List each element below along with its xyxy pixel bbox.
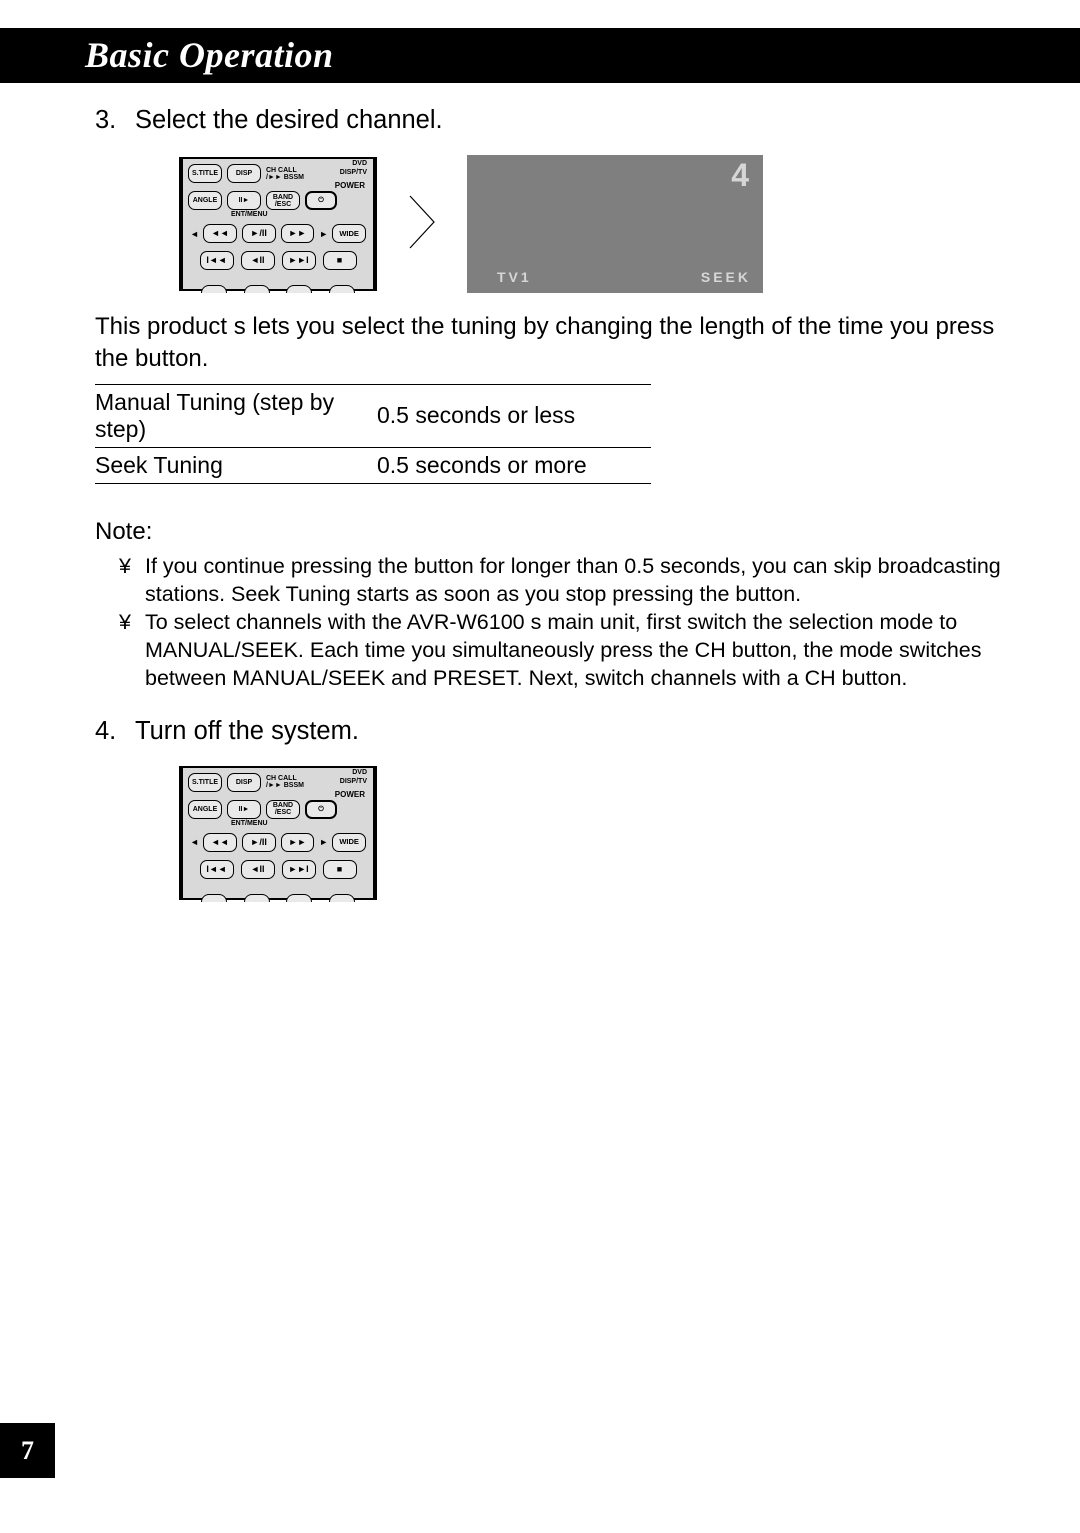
remote-power-button: ⏻ — [305, 800, 337, 819]
remote-playpause-button: ►/II — [242, 224, 276, 243]
remote-stop-button: ■ — [323, 251, 357, 270]
remote-angle-button: ANGLE — [188, 191, 222, 210]
remote-fwd-button: ►► — [281, 224, 315, 243]
note-item-2: ¥ To select channels with the AVR-W6100 … — [119, 609, 1005, 693]
note-text-1: If you continue pressing the button for … — [145, 553, 1005, 609]
tv-display: 4 TV1 SEEK — [467, 155, 763, 293]
remote-wide-button: WIDE — [332, 833, 366, 852]
remote-disptv-label: DISP/TV — [340, 169, 367, 176]
remote-rev-button: ◄◄ — [203, 833, 237, 852]
remote-stitle-button: S.TITLE — [188, 164, 222, 183]
remote-prev-button: I◄◄ — [200, 251, 234, 270]
remote-disptv-label: DISP/TV — [340, 778, 367, 785]
note-bullet: ¥ — [119, 553, 133, 609]
remote-entmenu-label: ENT/MENU — [231, 820, 268, 827]
step-4-number: 4. — [95, 717, 123, 746]
page-title: Basic Operation — [0, 28, 1080, 83]
tuning-manual-value: 0.5 seconds or less — [373, 384, 651, 447]
right-arrow-icon: ► — [319, 229, 327, 239]
remote-stitle-button: S.TITLE — [188, 773, 222, 792]
remote-pause-button: ◄II — [241, 860, 275, 879]
remote-arc-icon — [329, 285, 355, 293]
tuning-table: Manual Tuning (step by step) 0.5 seconds… — [95, 384, 651, 484]
remote-power-label: POWER — [335, 790, 365, 799]
then-arrow-icon — [407, 194, 437, 255]
remote-arc-icon — [244, 285, 270, 293]
remote-playpause-button: ►/II — [242, 833, 276, 852]
remote-disp-button: DISP — [227, 164, 261, 183]
remote-chcall-label: CH CALL — [266, 167, 297, 174]
remote-illustration-1: DVD DISP/TV S.TITLE DISP CH CALL /►► BSS… — [179, 157, 377, 291]
remote-dvd-label: DVD — [352, 769, 367, 776]
tuning-seek-value: 0.5 seconds or more — [373, 447, 651, 483]
step-3: 3. Select the desired channel. — [95, 106, 1005, 135]
step-4: 4. Turn off the system. — [95, 717, 1005, 746]
remote-pause-button: ◄II — [241, 251, 275, 270]
step-4-title: Turn off the system. — [135, 717, 1005, 746]
remote-bssm-label: /►► BSSM — [266, 782, 304, 789]
remote-arc-icon — [244, 894, 270, 902]
tv-channel-number: 4 — [731, 157, 749, 194]
remote-next-button: ►►I — [282, 860, 316, 879]
remote-next-button: ►►I — [282, 251, 316, 270]
remote-prev-button: I◄◄ — [200, 860, 234, 879]
remote-arc-icon — [286, 894, 312, 902]
remote-power-label: POWER — [335, 181, 365, 190]
remote-arc-icon — [329, 894, 355, 902]
remote-chcall-label: CH CALL — [266, 775, 297, 782]
note-text-2: To select channels with the AVR-W6100 s … — [145, 609, 1005, 693]
remote-bssm-label: /►► BSSM — [266, 174, 304, 181]
remote-band-esc-button: BAND/ESC — [266, 800, 300, 819]
remote-dvd-label: DVD — [352, 160, 367, 167]
note-bullet: ¥ — [119, 609, 133, 693]
left-arrow-icon: ◄ — [190, 229, 198, 239]
note-title: Note: — [95, 516, 1005, 547]
tv-left-label: TV1 — [497, 269, 532, 285]
remote-power-button: ⏻ — [305, 191, 337, 210]
remote-angle-button: ANGLE — [188, 800, 222, 819]
remote-disp-button: DISP — [227, 773, 261, 792]
tuning-manual-label: Manual Tuning (step by step) — [95, 384, 373, 447]
remote-arc-icon — [201, 285, 227, 293]
remote-slowplay-button: II► — [227, 191, 261, 210]
remote-band-esc-button: BAND/ESC — [266, 191, 300, 210]
remote-wide-button: WIDE — [332, 224, 366, 243]
left-arrow-icon: ◄ — [190, 837, 198, 847]
remote-entmenu-label: ENT/MENU — [231, 211, 268, 218]
right-arrow-icon: ► — [319, 837, 327, 847]
remote-slowplay-button: II► — [227, 800, 261, 819]
remote-stop-button: ■ — [323, 860, 357, 879]
remote-fwd-button: ►► — [281, 833, 315, 852]
note-item-1: ¥ If you continue pressing the button fo… — [119, 553, 1005, 609]
remote-arc-icon — [201, 894, 227, 902]
step-3-number: 3. — [95, 106, 123, 135]
note-section: Note: ¥ If you continue pressing the but… — [95, 516, 1005, 693]
tuning-seek-label: Seek Tuning — [95, 447, 373, 483]
remote-rev-button: ◄◄ — [203, 224, 237, 243]
page-number: 7 — [0, 1423, 55, 1478]
tv-right-label: SEEK — [701, 269, 751, 285]
step-3-title: Select the desired channel. — [135, 106, 1005, 135]
step-3-description: This product s lets you select the tunin… — [95, 311, 1005, 376]
remote-illustration-2: DVD DISP/TV S.TITLE DISP CH CALL /►► BSS… — [179, 766, 377, 900]
remote-arc-icon — [286, 285, 312, 293]
